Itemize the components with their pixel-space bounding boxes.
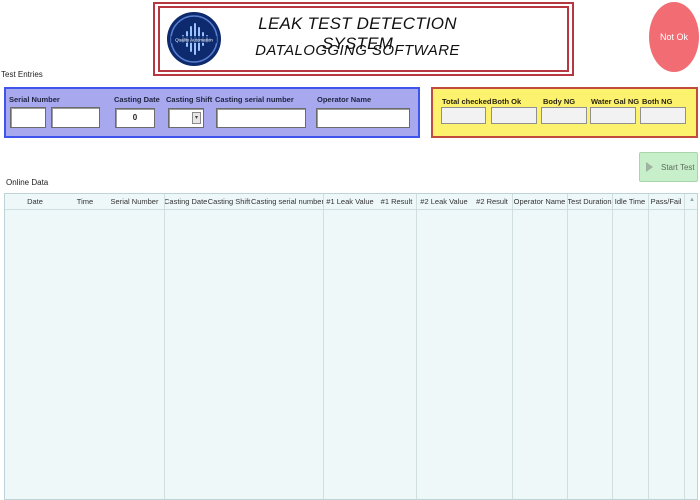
chevron-down-icon[interactable]: ▾ xyxy=(192,112,201,124)
test-entries-label: Test Entries xyxy=(1,70,43,79)
serial-number-input[interactable] xyxy=(51,107,100,128)
app-subtitle: DATALOGGING SOFTWARE xyxy=(255,42,460,59)
column-header-date[interactable]: Date xyxy=(5,194,65,209)
column-header-result-1[interactable]: #1 Result xyxy=(377,194,416,209)
casting-date-input[interactable]: 0 xyxy=(115,108,155,128)
serial-number-prefix-input[interactable] xyxy=(10,107,46,128)
water-gal-ng-field xyxy=(590,107,636,124)
casting-shift-label: Casting Shift xyxy=(166,95,213,104)
casting-date-value: 0 xyxy=(132,113,138,122)
both-ng-field xyxy=(640,107,686,124)
serial-number-label: Serial Number xyxy=(9,95,60,104)
column-divider xyxy=(512,194,513,499)
online-data-table[interactable]: Date Time Serial Number Casting Date Cas… xyxy=(4,193,698,500)
total-checked-field xyxy=(441,107,486,124)
column-header-leak-value-1[interactable]: #1 Leak Value xyxy=(323,194,377,209)
play-icon xyxy=(646,162,653,172)
column-header-result-2[interactable]: #2 Result xyxy=(472,194,512,209)
body-ng-field xyxy=(541,107,587,124)
scroll-up-icon[interactable]: ▲ xyxy=(689,197,695,203)
status-badge: Not Ok xyxy=(649,2,699,72)
column-header-leak-value-2[interactable]: #2 Leak Value xyxy=(416,194,472,209)
column-divider xyxy=(323,194,324,499)
column-divider xyxy=(164,194,165,499)
body-ng-label: Body NG xyxy=(543,97,576,106)
column-divider xyxy=(612,194,613,499)
column-divider xyxy=(416,194,417,499)
column-header-test-duration[interactable]: Test Duration xyxy=(567,194,612,209)
column-header-time[interactable]: Time xyxy=(65,194,105,209)
column-header-casting-date[interactable]: Casting Date xyxy=(164,194,207,209)
total-checked-label: Total checked xyxy=(442,97,492,106)
column-divider xyxy=(648,194,649,499)
operator-name-input[interactable] xyxy=(316,108,410,128)
column-header-operator-name[interactable]: Operator Name xyxy=(512,194,567,209)
operator-name-label: Operator Name xyxy=(317,95,372,104)
start-test-button[interactable]: Start Test xyxy=(639,152,698,182)
start-test-label: Start Test xyxy=(661,162,695,172)
column-divider xyxy=(567,194,568,499)
column-header-serial-number[interactable]: Serial Number xyxy=(105,194,164,209)
column-header-pass-fail[interactable]: Pass/Fail xyxy=(648,194,684,209)
casting-serial-label: Casting serial number xyxy=(215,95,294,104)
column-header-casting-serial[interactable]: Casting serial number xyxy=(251,194,323,209)
column-header-casting-shift[interactable]: Casting Shift xyxy=(207,194,251,209)
both-ng-label: Both NG xyxy=(642,97,673,106)
status-badge-label: Not Ok xyxy=(659,32,688,42)
column-header-idle-time[interactable]: Idle Time xyxy=(612,194,648,209)
casting-date-label: Casting Date xyxy=(114,95,160,104)
logo-text: Quality Automation xyxy=(175,38,213,43)
casting-shift-select[interactable]: ▾ xyxy=(168,108,204,128)
both-ok-label: Both Ok xyxy=(492,97,522,106)
water-gal-ng-label: Water Gal NG xyxy=(591,97,640,106)
online-data-label: Online Data xyxy=(6,178,49,187)
column-divider xyxy=(684,194,685,499)
casting-serial-input[interactable] xyxy=(216,108,306,128)
table-header-row: Date Time Serial Number Casting Date Cas… xyxy=(5,194,697,210)
company-logo: Quality Automation xyxy=(165,10,223,68)
both-ok-field xyxy=(491,107,537,124)
